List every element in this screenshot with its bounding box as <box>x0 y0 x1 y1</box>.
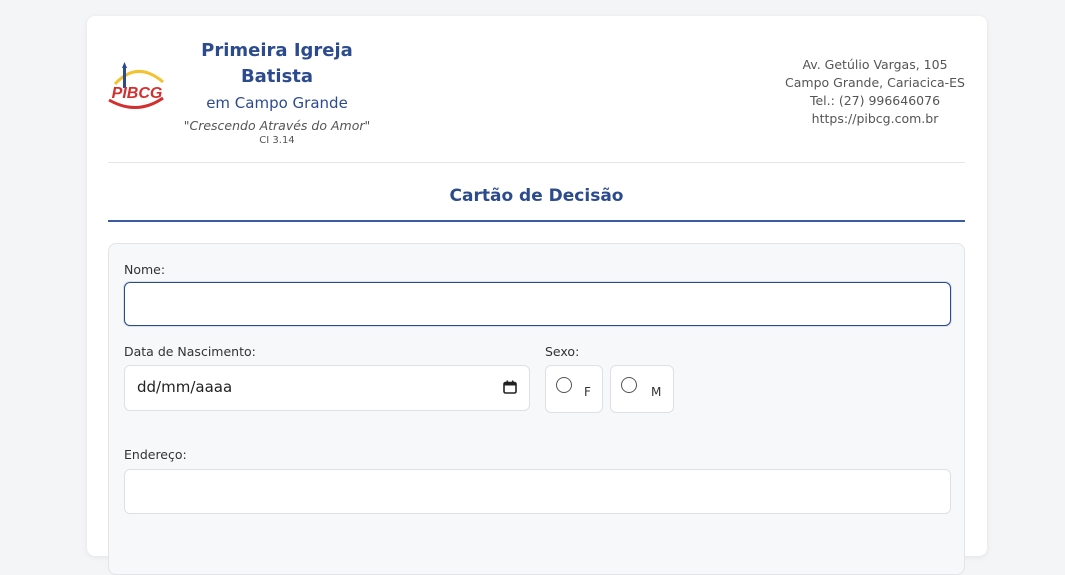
radio-f-label: F <box>584 385 591 399</box>
church-logo-icon: PIBCG <box>108 62 164 109</box>
contact-block: Av. Getúlio Vargas, 105 Campo Grande, Ca… <box>785 56 965 128</box>
birth-date-input[interactable]: dd/mm/aaaa <box>124 365 530 411</box>
calendar-icon[interactable] <box>503 380 517 394</box>
header: PIBCG Primeira Igreja Batista em Campo G… <box>87 16 987 162</box>
page-title: Cartão de Decisão <box>449 186 624 206</box>
org-motto: "Crescendo Através do Amor" <box>183 118 371 133</box>
header-divider <box>108 162 965 163</box>
decision-card: PIBCG Primeira Igreja Batista em Campo G… <box>87 16 987 575</box>
radio-f[interactable] <box>556 377 572 393</box>
name-label: Nome: <box>124 262 166 277</box>
sex-option-m[interactable]: M <box>610 365 674 413</box>
website-link[interactable]: https://pibcg.com.br <box>785 110 965 128</box>
org-code: CI 3.14 <box>259 135 295 146</box>
logo-text: PIBCG <box>112 85 163 102</box>
address-label: Endereço: <box>124 447 187 462</box>
address-line1: Av. Getúlio Vargas, 105 <box>802 57 948 72</box>
sex-label: Sexo: <box>545 344 580 359</box>
birth-date-placeholder: dd/mm/aaaa <box>137 378 233 396</box>
address-input[interactable] <box>124 469 951 514</box>
sex-option-f[interactable]: F <box>545 365 603 413</box>
birth-date-label: Data de Nascimento: <box>124 344 256 359</box>
name-input[interactable] <box>124 282 951 326</box>
title-underline <box>108 220 965 222</box>
address-line2: Campo Grande, Cariacica-ES <box>785 75 965 90</box>
org-name-line1: Primeira Igreja Batista <box>201 40 353 87</box>
radio-m-label: M <box>651 385 662 399</box>
phone: Tel.: (27) 996646076 <box>809 93 941 108</box>
form-panel: Nome: Data de Nascimento: dd/mm/aaaa Sex… <box>108 243 965 575</box>
organization-block: Primeira Igreja Batista em Campo Grande … <box>167 38 387 146</box>
org-name-line2: em Campo Grande <box>206 94 348 112</box>
radio-m[interactable] <box>621 377 637 393</box>
